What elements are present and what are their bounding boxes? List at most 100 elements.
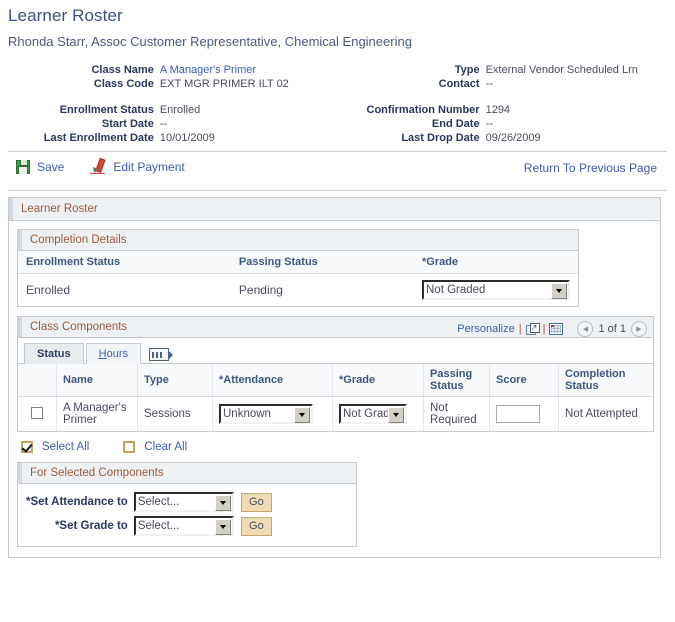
fact-row-last-enrollment-date: Last Enrollment Date 10/01/2009 bbox=[0, 131, 338, 145]
set-attendance-select[interactable]: Select... bbox=[134, 492, 234, 512]
set-grade-row: *Set Grade to Select... Go bbox=[26, 514, 272, 538]
col-grade: *Grade bbox=[414, 251, 578, 274]
fact-row-enrollment-status: Enrollment Status Enrolled bbox=[0, 103, 338, 117]
grid-pager: ◀ 1 of 1 ▶ bbox=[577, 321, 647, 337]
table-row: A Manager's Primer Sessions Unknown bbox=[18, 397, 653, 432]
tab-hours[interactable]: Hours bbox=[86, 343, 141, 364]
fact-row-end-date: End Date -- bbox=[338, 117, 675, 131]
chevron-left-icon[interactable]: ◀ bbox=[577, 321, 593, 337]
class-components-grid: Name Type *Attendance *Grade Passing Sta… bbox=[18, 364, 653, 431]
fact-label: Type bbox=[338, 63, 486, 77]
col-grade: *Grade bbox=[333, 364, 424, 397]
for-selected-components-group: For Selected Components *Set Attendance … bbox=[17, 462, 357, 547]
fact-row-contact: Contact -- bbox=[338, 77, 675, 91]
select-all-button[interactable]: Select All bbox=[21, 441, 89, 453]
fact-value: -- bbox=[486, 117, 675, 131]
tab-hours-accelerator: H bbox=[99, 348, 107, 360]
attendance-select[interactable]: Unknown bbox=[219, 404, 313, 424]
pencil-icon bbox=[90, 159, 106, 174]
page-subtitle: Rhonda Starr, Assoc Customer Representat… bbox=[0, 26, 675, 49]
set-attendance-go-button[interactable]: Go bbox=[241, 493, 272, 512]
fact-value: -- bbox=[160, 117, 338, 131]
show-all-columns-icon[interactable] bbox=[149, 348, 169, 361]
grid-header-row: Name Type *Attendance *Grade Passing Sta… bbox=[18, 364, 653, 397]
fact-label: Class Code bbox=[0, 77, 160, 91]
fact-row-start-date: Start Date -- bbox=[0, 117, 338, 131]
col-select bbox=[18, 364, 57, 397]
learner-roster-panel-title: Learner Roster bbox=[9, 198, 660, 221]
select-all-label[interactable]: Select All bbox=[42, 441, 89, 453]
fact-value: 10/01/2009 bbox=[160, 131, 338, 145]
clear-all-button[interactable]: Clear All bbox=[123, 441, 187, 453]
set-attendance-row: *Set Attendance to Select... Go bbox=[26, 490, 272, 514]
learner-roster-panel: Learner Roster Completion Details Enroll… bbox=[8, 197, 661, 558]
col-passing-status: Passing Status bbox=[424, 364, 490, 397]
edit-payment-label: Edit Payment bbox=[113, 160, 184, 174]
completion-details-group: Completion Details Enrollment Status Pas… bbox=[17, 229, 579, 307]
fact-row-confirmation-number: Confirmation Number 1294 bbox=[338, 103, 675, 117]
cell-passing-status: Not Required bbox=[424, 397, 490, 432]
fact-value: Enrolled bbox=[160, 103, 338, 117]
save-button[interactable]: Save bbox=[16, 160, 64, 174]
fact-label: Last Enrollment Date bbox=[0, 131, 160, 145]
class-summary-facts: Class Name A Manager's Primer Class Code… bbox=[0, 63, 675, 145]
value-enrollment-status: Enrolled bbox=[18, 274, 231, 307]
row-select-checkbox[interactable] bbox=[31, 407, 43, 419]
fact-value: External Vendor Scheduled Lrn bbox=[486, 63, 675, 77]
selection-actions: Select All Clear All bbox=[21, 441, 654, 453]
fact-value: 1294 bbox=[486, 103, 675, 117]
grid-tools: Personalize | ↗ | ◀ 1 of 1 ▶ bbox=[457, 321, 647, 337]
col-score: Score bbox=[490, 364, 559, 397]
set-grade-label: *Set Grade to bbox=[26, 514, 134, 538]
save-label: Save bbox=[37, 160, 64, 174]
new-window-icon[interactable]: ↗ bbox=[526, 323, 539, 335]
empty-box-icon bbox=[123, 441, 135, 453]
set-attendance-label: *Set Attendance to bbox=[26, 490, 134, 514]
fact-label: Contact bbox=[338, 77, 486, 91]
tab-hours-label: ours bbox=[107, 348, 128, 360]
class-components-group: Class Components Personalize | ↗ | ◀ 1 o… bbox=[17, 316, 654, 432]
fact-label: Enrollment Status bbox=[0, 103, 160, 117]
col-enrollment-status: Enrollment Status bbox=[18, 251, 231, 274]
fact-row-class-code: Class Code EXT MGR PRIMER ILT 02 bbox=[0, 77, 338, 91]
edit-payment-button[interactable]: Edit Payment bbox=[90, 159, 184, 174]
checked-box-icon bbox=[21, 441, 33, 453]
col-passing-status: Passing Status bbox=[231, 251, 414, 274]
col-attendance: *Attendance bbox=[213, 364, 333, 397]
completion-details-header-row: Enrollment Status Passing Status *Grade bbox=[18, 251, 578, 274]
score-input[interactable] bbox=[496, 405, 540, 423]
fact-label: End Date bbox=[338, 117, 486, 131]
col-name: Name bbox=[57, 364, 138, 397]
action-toolbar: Save Edit Payment Return To Previous Pag… bbox=[8, 152, 667, 184]
fact-value: -- bbox=[486, 77, 675, 91]
tab-status[interactable]: Status bbox=[24, 343, 84, 364]
personalize-link[interactable]: Personalize bbox=[457, 323, 514, 335]
col-type: Type bbox=[138, 364, 213, 397]
page-indicator: 1 of 1 bbox=[598, 323, 626, 335]
completion-details-row: Enrolled Pending Not Graded bbox=[18, 274, 578, 307]
grade-select[interactable]: Not Graded bbox=[422, 280, 570, 300]
cell-completion-status: Not Attempted bbox=[559, 397, 654, 432]
col-completion-status: Completion Status bbox=[559, 364, 654, 397]
chevron-right-icon[interactable]: ▶ bbox=[631, 321, 647, 337]
fact-label: Class Name bbox=[0, 63, 160, 77]
for-selected-components-title: For Selected Components bbox=[18, 463, 356, 484]
return-to-previous-page-link[interactable]: Return To Previous Page bbox=[524, 161, 657, 175]
set-grade-select[interactable]: Select... bbox=[134, 516, 234, 536]
fact-row-type: Type External Vendor Scheduled Lrn bbox=[338, 63, 675, 77]
set-grade-go-button[interactable]: Go bbox=[241, 517, 272, 536]
clear-all-label[interactable]: Clear All bbox=[144, 441, 187, 453]
fact-value: EXT MGR PRIMER ILT 02 bbox=[160, 77, 338, 91]
fact-value: 09/26/2009 bbox=[486, 131, 675, 145]
fact-label: Last Drop Date bbox=[338, 131, 486, 145]
divider-toolbar-bottom bbox=[8, 190, 667, 191]
floppy-disk-icon bbox=[16, 160, 30, 174]
download-to-spreadsheet-icon[interactable] bbox=[549, 323, 563, 335]
page-title: Learner Roster bbox=[0, 0, 675, 26]
value-passing-status: Pending bbox=[231, 274, 414, 307]
cell-type: Sessions bbox=[138, 397, 213, 432]
fact-label: Start Date bbox=[0, 117, 160, 131]
row-grade-select[interactable]: Not Graded bbox=[339, 404, 407, 424]
class-name-link[interactable]: A Manager's Primer bbox=[160, 64, 256, 76]
fact-row-class-name: Class Name A Manager's Primer bbox=[0, 63, 338, 77]
